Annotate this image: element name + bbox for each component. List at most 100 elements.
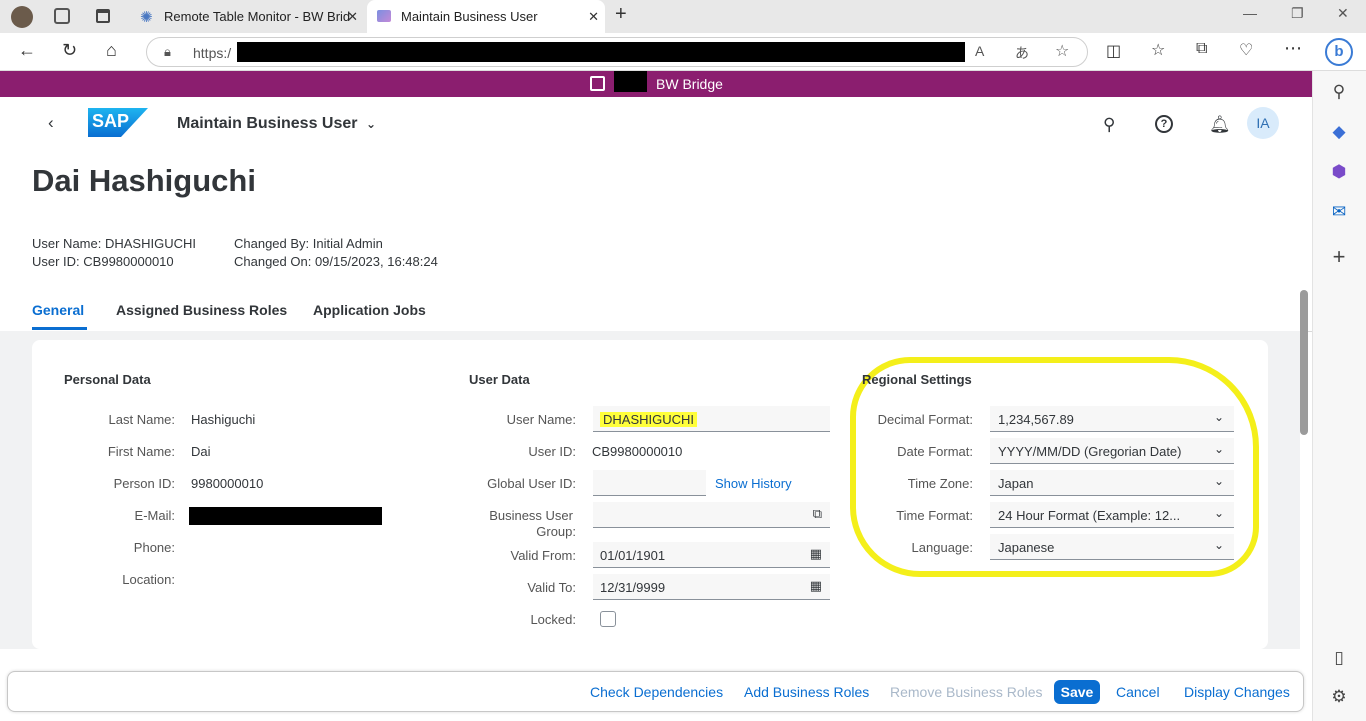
remove-business-roles-button[interactable]: Remove Business Roles: [890, 684, 1043, 700]
valid-to-label: Valid To:: [527, 580, 576, 595]
profile-avatar[interactable]: [11, 6, 33, 28]
language-label: Language:: [911, 540, 973, 555]
tab-general-underline: [32, 327, 87, 330]
regional-settings-title: Regional Settings: [862, 372, 972, 387]
notifications-icon[interactable]: 🔔︎: [1209, 115, 1231, 135]
browser-tab-title: Remote Table Monitor - BW Brid: [164, 9, 351, 24]
sidebar-toggle-icon[interactable]: ▯: [1327, 648, 1351, 668]
header-user-name: User Name: DHASHIGUCHI: [32, 236, 196, 251]
chevron-down-icon: ⌄: [365, 117, 377, 131]
check-dependencies-button[interactable]: Check Dependencies: [590, 684, 723, 700]
app-title-menu[interactable]: Maintain Business User ⌄: [177, 115, 376, 133]
personal-data-title: Personal Data: [64, 372, 151, 387]
browser-tab-title: Maintain Business User: [401, 9, 538, 24]
new-tab-icon[interactable]: +: [615, 3, 627, 26]
office-icon[interactable]: ⬢: [1327, 162, 1351, 182]
time-format-select[interactable]: 24 Hour Format (Example: 12... ⌄: [990, 502, 1234, 528]
browser-tab-remote-monitor[interactable]: ✺ Remote Table Monitor - BW Brid ✕: [130, 0, 364, 33]
restore-icon[interactable]: ❐: [1291, 5, 1304, 22]
valid-from-value: 01/01/1901: [600, 548, 666, 563]
tab-application-jobs[interactable]: Application Jobs: [313, 302, 426, 318]
collections-icon[interactable]: ⧉: [1196, 40, 1207, 58]
chevron-down-icon: ⌄: [1213, 474, 1224, 488]
user-avatar[interactable]: IA: [1247, 107, 1279, 139]
copy-icon: [590, 76, 605, 91]
read-aloud-icon[interactable]: A: [975, 43, 984, 59]
user-name-value: DHASHIGUCHI: [600, 412, 698, 427]
time-zone-select[interactable]: Japan ⌄: [990, 470, 1234, 496]
close-tab-icon[interactable]: ✕: [347, 9, 358, 25]
search-sidebar-icon[interactable]: ⚲: [1327, 82, 1351, 102]
settings-icon[interactable]: ⚙: [1327, 687, 1351, 707]
business-user-group-label-1: Business User: [489, 508, 573, 523]
decimal-format-label: Decimal Format:: [877, 412, 973, 427]
language-select[interactable]: Japanese ⌄: [990, 534, 1234, 560]
date-format-select[interactable]: YYYY/MM/DD (Gregorian Date) ⌄: [990, 438, 1234, 464]
refresh-icon[interactable]: ↻: [62, 40, 77, 61]
browser-tab-maintain-user[interactable]: Maintain Business User ✕: [367, 0, 605, 33]
banner-text: BW Bridge: [656, 76, 723, 92]
add-business-roles-button[interactable]: Add Business Roles: [744, 684, 869, 700]
locked-checkbox[interactable]: [600, 611, 616, 627]
user-name-label: User Name:: [506, 412, 576, 427]
user-id-value: CB9980000010: [592, 444, 683, 459]
chevron-down-icon: ⌄: [1213, 538, 1224, 552]
tab-assigned-business-roles[interactable]: Assigned Business Roles: [116, 302, 287, 318]
favorites-icon[interactable]: ☆: [1151, 40, 1165, 60]
locked-label: Locked:: [530, 612, 576, 627]
bing-copilot-icon[interactable]: b: [1325, 38, 1353, 66]
save-button[interactable]: Save: [1054, 680, 1100, 704]
show-history-link[interactable]: Show History: [715, 476, 792, 491]
redacted-url: [237, 42, 965, 62]
calendar-icon[interactable]: ▦: [810, 578, 822, 594]
url-text: https:/: [193, 45, 232, 61]
shopping-icon[interactable]: ◆: [1327, 122, 1351, 142]
cancel-button[interactable]: Cancel: [1116, 684, 1160, 700]
display-changes-button[interactable]: Display Changes: [1184, 684, 1290, 700]
minimize-icon[interactable]: —: [1243, 5, 1257, 21]
redacted-system: [614, 71, 647, 92]
global-user-id-field[interactable]: [593, 470, 706, 496]
business-user-group-label-2: Group:: [536, 524, 576, 539]
valid-from-field[interactable]: 01/01/1901 ▦: [593, 542, 830, 568]
home-icon[interactable]: ⌂: [106, 40, 117, 61]
calendar-icon[interactable]: ▦: [810, 546, 822, 562]
close-window-icon[interactable]: ✕: [1337, 5, 1349, 22]
global-user-id-label: Global User ID:: [487, 476, 576, 491]
close-tab-icon[interactable]: ✕: [588, 9, 599, 25]
more-menu-icon[interactable]: ⋯: [1284, 38, 1302, 59]
outlook-icon[interactable]: ✉: [1327, 202, 1351, 222]
redacted-email: [189, 507, 382, 525]
tab-general[interactable]: General: [32, 302, 84, 318]
translate-icon[interactable]: あ: [1015, 43, 1029, 63]
decimal-format-select[interactable]: 1,234,567.89 ⌄: [990, 406, 1234, 432]
business-user-group-field[interactable]: ⧉: [593, 502, 830, 528]
system-banner: BW Bridge: [0, 71, 1312, 97]
header-changed-by: Changed By: Initial Admin: [234, 236, 383, 251]
scrollbar[interactable]: [1300, 290, 1308, 435]
performance-icon[interactable]: ♡: [1239, 40, 1253, 60]
valid-to-field[interactable]: 12/31/9999 ▦: [593, 574, 830, 600]
favorite-star-icon[interactable]: ☆: [1055, 41, 1069, 61]
header-changed-on: Changed On: 09/15/2023, 16:48:24: [234, 254, 438, 269]
decimal-format-value: 1,234,567.89: [998, 412, 1074, 427]
add-sidebar-icon[interactable]: +: [1327, 244, 1351, 270]
page-title: Dai Hashiguchi: [32, 163, 256, 198]
value-help-icon[interactable]: ⧉: [813, 506, 822, 522]
language-value: Japanese: [998, 540, 1055, 555]
search-icon[interactable]: ⚲: [1103, 115, 1115, 135]
chevron-down-icon: ⌄: [1213, 410, 1224, 424]
back-nav-icon[interactable]: ‹: [48, 113, 54, 133]
tab-actions-icon[interactable]: [96, 9, 110, 23]
date-format-label: Date Format:: [897, 444, 973, 459]
help-icon[interactable]: ?: [1155, 115, 1173, 133]
address-bar[interactable]: 🔒︎ https:/ A あ ☆: [146, 37, 1088, 67]
split-screen-icon[interactable]: ◫: [1106, 41, 1121, 61]
chevron-down-icon: ⌄: [1209, 506, 1224, 520]
user-name-field[interactable]: DHASHIGUCHI: [593, 406, 830, 432]
user-id-label: User ID:: [528, 444, 576, 459]
back-icon[interactable]: ←: [18, 40, 36, 61]
date-format-value: YYYY/MM/DD (Gregorian Date): [998, 444, 1182, 459]
workspaces-icon[interactable]: [54, 8, 70, 24]
time-format-label: Time Format:: [896, 508, 973, 523]
